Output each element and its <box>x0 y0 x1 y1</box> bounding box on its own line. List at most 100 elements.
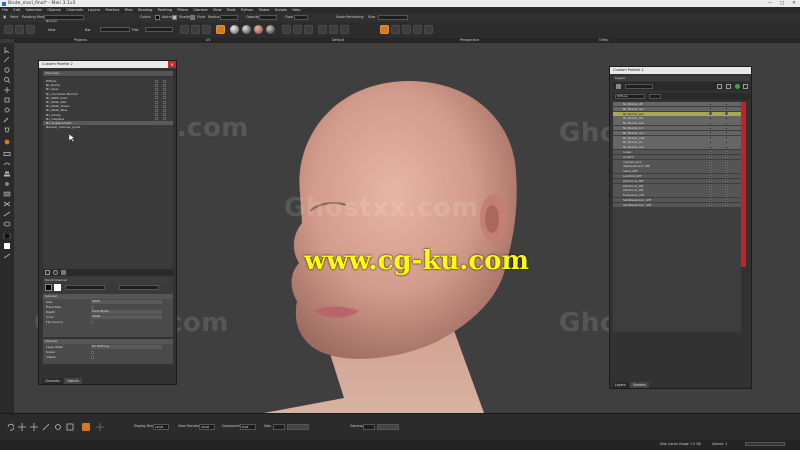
lock-checkbox[interactable] <box>163 113 166 117</box>
grid-icon[interactable] <box>4 25 13 34</box>
gain-input[interactable] <box>273 423 285 430</box>
background-swatch-icon[interactable] <box>3 243 11 249</box>
layer-row[interactable]: Nc_Bump_dif <box>613 102 741 107</box>
visibility-checkbox[interactable] <box>709 169 712 173</box>
visibility-checkbox[interactable] <box>155 79 158 83</box>
maximize-button[interactable]: □ <box>776 0 788 7</box>
layer-row[interactable]: Nc_Bump_dis <box>613 116 741 121</box>
visibility-checkbox[interactable] <box>709 140 712 144</box>
lock-checkbox[interactable] <box>163 100 166 104</box>
visibility-checkbox[interactable] <box>709 160 712 164</box>
scale-icon[interactable] <box>42 423 50 431</box>
menu-patches[interactable]: Patches <box>105 8 119 12</box>
menu-painting[interactable]: Painting <box>158 8 172 12</box>
visibility-checkbox[interactable] <box>709 198 712 202</box>
shadow-color-swatch[interactable] <box>172 15 177 20</box>
visibility-checkbox[interactable] <box>155 96 158 100</box>
component-select[interactable]: RGB <box>240 423 256 430</box>
close-window-button[interactable]: ✕ <box>788 0 800 7</box>
bake-icon[interactable] <box>391 25 400 34</box>
rotate-tool-icon[interactable] <box>3 67 11 73</box>
menu-shake[interactable]: Shake <box>259 8 270 12</box>
layer-row[interactable]: Nc_Bump_nor <box>613 106 741 111</box>
pen-tool-icon[interactable] <box>3 56 11 63</box>
visibility-checkbox[interactable] <box>709 188 712 192</box>
translate-icon[interactable] <box>30 423 38 431</box>
filter-dropdown[interactable] <box>649 94 661 99</box>
view-transform-select[interactable]: sRGB <box>199 423 215 430</box>
layer-row[interactable]: veins_diff <box>613 169 741 174</box>
paint-mode-icon[interactable] <box>82 423 90 431</box>
move-tool-icon[interactable] <box>3 87 11 93</box>
lock-checkbox[interactable] <box>725 145 728 149</box>
blur-icon[interactable] <box>3 181 11 187</box>
shadow-toggle-icon[interactable] <box>293 25 302 34</box>
wireframe-icon[interactable] <box>304 25 313 34</box>
tab-channels[interactable]: Channels <box>42 378 63 384</box>
menu-file[interactable]: File <box>2 8 8 12</box>
paint-brush-icon[interactable] <box>3 139 11 145</box>
tab-layers[interactable]: Layers <box>612 382 629 388</box>
visibility-checkbox[interactable] <box>155 121 158 125</box>
lock-checkbox[interactable] <box>725 126 728 130</box>
opacity-input[interactable] <box>259 15 277 20</box>
lock-checkbox[interactable] <box>725 107 728 111</box>
menu-filters[interactable]: Filters <box>177 8 188 12</box>
paint-tool-icon[interactable]: ▣ <box>3 13 6 22</box>
visibility-checkbox[interactable] <box>709 116 712 120</box>
display-device-select[interactable]: sRGB <box>153 423 169 430</box>
shader-ball-skin-icon[interactable] <box>254 25 263 34</box>
lock-checkbox[interactable] <box>725 164 728 168</box>
brush-preset-icon[interactable] <box>26 25 35 34</box>
layer-type-select[interactable] <box>625 83 653 89</box>
clear-icon[interactable] <box>402 25 411 34</box>
layer-row[interactable]: Nc_Bump_cav <box>613 145 741 150</box>
property-value[interactable]: sRGB <box>91 315 162 319</box>
property-checkbox[interactable] <box>91 350 94 354</box>
smudge-icon[interactable] <box>3 161 11 167</box>
lock-checkbox[interactable] <box>725 140 728 144</box>
lock-checkbox[interactable] <box>725 188 728 192</box>
fill-tool-icon[interactable] <box>3 127 11 133</box>
layer-row[interactable]: SkinBaseColor_diff <box>613 198 741 203</box>
menu-view[interactable]: View <box>213 8 222 12</box>
visibility-checkbox[interactable] <box>709 193 712 197</box>
visibility-checkbox[interactable] <box>155 100 158 104</box>
layer-icon[interactable] <box>616 83 621 89</box>
layer-row[interactable]: displacement_diff <box>613 164 741 169</box>
lock-checkbox[interactable] <box>725 179 728 183</box>
lock-checkbox[interactable] <box>725 155 728 159</box>
gradient-icon[interactable] <box>3 191 11 197</box>
lock-checkbox[interactable] <box>725 131 728 135</box>
menu-scripts[interactable]: Scripts <box>275 8 287 12</box>
visibility-checkbox[interactable] <box>709 174 712 178</box>
menu-files[interactable]: Files <box>125 8 133 12</box>
transform-icon[interactable] <box>3 201 11 207</box>
visibility-checkbox[interactable] <box>709 150 712 154</box>
add-channel-icon[interactable] <box>45 270 50 275</box>
lock-checkbox[interactable] <box>725 174 728 178</box>
quick-channel-header[interactable]: Quick Channel <box>43 278 173 283</box>
layer-row[interactable]: scratch <box>613 154 741 159</box>
lock-checkbox[interactable] <box>163 79 166 83</box>
layer-row[interactable]: skinfocus_diff <box>613 188 741 193</box>
layer-row[interactable]: skinfocus_diff <box>613 178 741 183</box>
visibility-checkbox[interactable] <box>709 203 712 207</box>
menu-selection[interactable]: Selection <box>26 8 43 12</box>
picker-icon[interactable] <box>202 25 211 34</box>
pan-tool-icon[interactable] <box>3 97 11 103</box>
visibility-checkbox[interactable] <box>709 184 712 188</box>
shader-ball-dark-icon[interactable] <box>266 25 275 34</box>
layer-row[interactable]: SkinBaseColor_diff <box>613 202 741 207</box>
lasso-icon[interactable] <box>3 221 11 227</box>
visibility-checkbox[interactable] <box>709 126 712 130</box>
visibility-checkbox[interactable] <box>709 164 712 168</box>
group-layer-icon[interactable] <box>726 83 731 89</box>
property-value[interactable]: Do Nothing <box>91 345 162 349</box>
gain-slider[interactable] <box>287 423 309 430</box>
lock-checkbox[interactable] <box>725 121 728 125</box>
lock-checkbox[interactable] <box>725 160 728 164</box>
lock-checkbox[interactable] <box>163 108 166 112</box>
bar-slider[interactable] <box>100 27 130 32</box>
layer-row[interactable]: colored_skin <box>613 159 741 164</box>
